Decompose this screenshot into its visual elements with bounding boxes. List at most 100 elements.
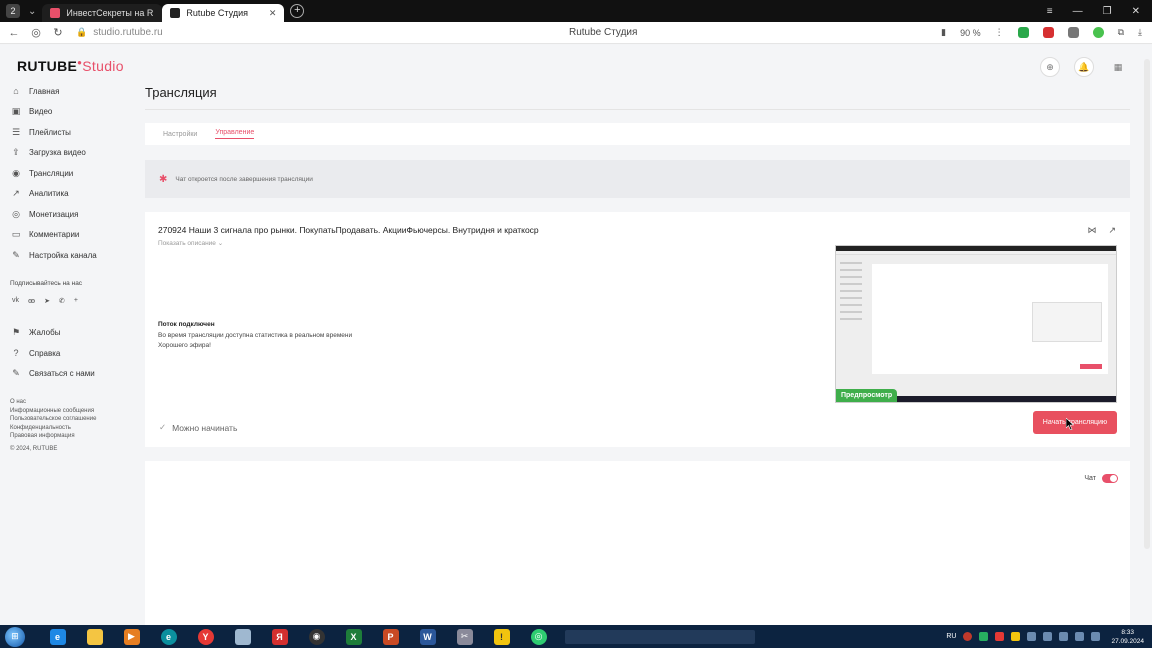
tray-battery-icon[interactable] [1075, 632, 1085, 641]
lock-icon: 🔒 [76, 27, 88, 37]
new-tab-button[interactable]: + [290, 4, 305, 18]
windows-start-icon[interactable]: ⊞ [5, 626, 25, 647]
taskbar-obs-icon[interactable]: ◉ [298, 626, 335, 648]
bookmark-icon[interactable]: ▮ [941, 27, 946, 38]
footer-link[interactable]: Пользовательское соглашение [10, 415, 140, 424]
reload-icon[interactable]: ↻ [50, 26, 66, 39]
restore-icon[interactable]: ❐ [1103, 6, 1112, 17]
viber-icon[interactable]: ✆ [59, 297, 65, 305]
back-icon[interactable]: ← [6, 27, 22, 39]
tray-bluetooth-icon[interactable] [1027, 632, 1037, 641]
show-description-link[interactable]: Показать описание ⌄ [158, 239, 223, 247]
sidebar-item-home[interactable]: ⌂ Главная [0, 81, 140, 102]
check-icon: ✓ [159, 422, 167, 432]
scrollbar[interactable] [1144, 59, 1150, 549]
more-social-icon[interactable]: + [74, 297, 78, 305]
extensions-icon[interactable]: ⧉ [1118, 27, 1124, 38]
extension-youtube-icon[interactable] [1042, 27, 1054, 38]
share-icon[interactable]: ⋈ [1087, 225, 1096, 236]
taskbar-media-icon[interactable]: ▶ [113, 626, 150, 648]
close-window-icon[interactable]: ✕ [1132, 6, 1140, 17]
extension-shield-icon[interactable] [1017, 27, 1029, 38]
create-icon[interactable]: ⊕ [1040, 57, 1060, 77]
url-field[interactable]: studio.rutube.ru [93, 27, 473, 38]
browser-tab-active[interactable]: Rutube Студия ✕ [162, 4, 285, 22]
sidebar-item-broadcasts[interactable]: ◉ Трансляции [0, 163, 140, 184]
footer-link[interactable]: Конфиденциальность [10, 424, 140, 433]
tray-app-icon[interactable] [979, 632, 989, 641]
taskbar-excel-icon[interactable]: X [335, 626, 372, 648]
tabs-dropdown-icon[interactable]: ⌄ [28, 6, 36, 17]
sidebar-item-playlists[interactable]: ☰ Плейлисты [0, 122, 140, 143]
tab-counter[interactable]: 2 [6, 4, 20, 18]
tab-management[interactable]: Управление [215, 129, 255, 139]
language-indicator[interactable]: RU [946, 633, 956, 640]
comments-icon: ▭ [11, 229, 21, 240]
system-clock[interactable]: 8:33 27.09.2024 [1111, 628, 1144, 646]
minimize-icon[interactable]: — [1073, 6, 1083, 17]
footer-link[interactable]: О нас [10, 398, 140, 407]
sidebar-item-label: Аналитика [29, 189, 69, 199]
zoom-indicator[interactable]: 90 % [960, 28, 981, 38]
clock-date: 27.09.2024 [1111, 637, 1144, 645]
chat-toggle[interactable]: Чат [1084, 474, 1118, 483]
tray-yandex-icon[interactable] [995, 632, 1005, 641]
shield-icon[interactable]: ◎ [28, 26, 44, 39]
menu-icon[interactable]: ≡ [1047, 6, 1053, 17]
taskbar-yandex-icon[interactable]: Я [261, 626, 298, 648]
browser-tab[interactable]: ИнвестСекреты на RUTUBE [42, 4, 163, 22]
ok-icon[interactable]: ꙭ [28, 297, 35, 305]
tray-antivirus-icon[interactable] [963, 632, 973, 641]
download-icon[interactable]: ⤓ [1138, 27, 1142, 38]
analytics-icon: ↗ [12, 188, 20, 199]
start-broadcast-button[interactable]: Начать трансляцию [1033, 411, 1117, 434]
stream-preview[interactable]: Предпросмотр [835, 245, 1117, 403]
show-description-label: Показать описание [158, 240, 216, 247]
rutube-studio-logo[interactable]: RUTUBE●Studio [17, 58, 124, 74]
sidebar-item-label: Связаться с нами [29, 369, 95, 379]
footer-link[interactable]: Информационные сообщения [10, 407, 140, 416]
taskbar-active-window[interactable] [565, 629, 755, 644]
preview-badge: Предпросмотр [836, 389, 898, 402]
sidebar-item-complaints[interactable]: ⚑ Жалобы [0, 323, 140, 344]
taskbar-edge-icon[interactable]: e [150, 626, 187, 648]
extension-cast-icon[interactable] [1067, 27, 1079, 38]
tray-network-icon[interactable] [1059, 632, 1069, 641]
sidebar: ⌂ Главная ▣ Видео ☰ Плейлисты ⇪ Загрузка вид… [0, 81, 140, 453]
taskbar-yandex-browser-icon[interactable]: Y [187, 626, 224, 648]
taskbar-ie-icon[interactable]: e [39, 626, 76, 648]
telegram-icon[interactable]: ➤ [44, 297, 50, 305]
chat-switch[interactable] [1102, 474, 1118, 483]
tray-flag-icon[interactable] [1043, 632, 1053, 641]
taskbar-active-app-icon[interactable]: ◎ [520, 626, 557, 648]
taskbar-notes-icon[interactable] [224, 626, 261, 648]
sidebar-footer: О нас Информационные сообщения Пользоват… [0, 398, 140, 453]
sidebar-item-label: Монетизация [29, 209, 79, 219]
notifications-icon[interactable]: 🔔 [1074, 57, 1094, 77]
money-icon: ◎ [12, 208, 20, 219]
sidebar-item-monetization[interactable]: ◎ Монетизация [0, 204, 140, 225]
tab-settings[interactable]: Настройки [163, 131, 197, 138]
sidebar-item-channel-settings[interactable]: ✎ Настройка канала [0, 245, 140, 266]
sidebar-item-upload[interactable]: ⇪ Загрузка видео [0, 143, 140, 164]
sidebar-item-comments[interactable]: ▭ Комментарии [0, 225, 140, 246]
taskbar-tools-icon[interactable]: ✂ [446, 626, 483, 648]
footer-link[interactable]: Правовая информация [10, 432, 140, 441]
tray-alert-icon[interactable] [1011, 632, 1021, 641]
taskbar-explorer-icon[interactable] [76, 626, 113, 648]
avatar[interactable]: ▦ [1108, 57, 1128, 77]
extension-green-icon[interactable] [1092, 27, 1104, 38]
sidebar-item-video[interactable]: ▣ Видео [0, 102, 140, 123]
sidebar-item-analytics[interactable]: ↗ Аналитика [0, 184, 140, 205]
open-external-icon[interactable]: ↗ [1108, 225, 1116, 236]
sidebar-item-contact[interactable]: ✎ Связаться с нами [0, 364, 140, 385]
close-tab-icon[interactable]: ✕ [269, 8, 277, 19]
alert-text: Чат откроется после завершения трансляци… [175, 175, 313, 183]
vk-icon[interactable]: vk [12, 297, 19, 305]
more-icon[interactable]: ⋮ [995, 27, 1004, 38]
taskbar-word-icon[interactable]: W [409, 626, 446, 648]
sidebar-item-help[interactable]: ? Справка [0, 343, 140, 364]
taskbar-powerpoint-icon[interactable]: P [372, 626, 409, 648]
taskbar-warning-icon[interactable]: ! [483, 626, 520, 648]
tray-volume-icon[interactable] [1091, 632, 1101, 641]
